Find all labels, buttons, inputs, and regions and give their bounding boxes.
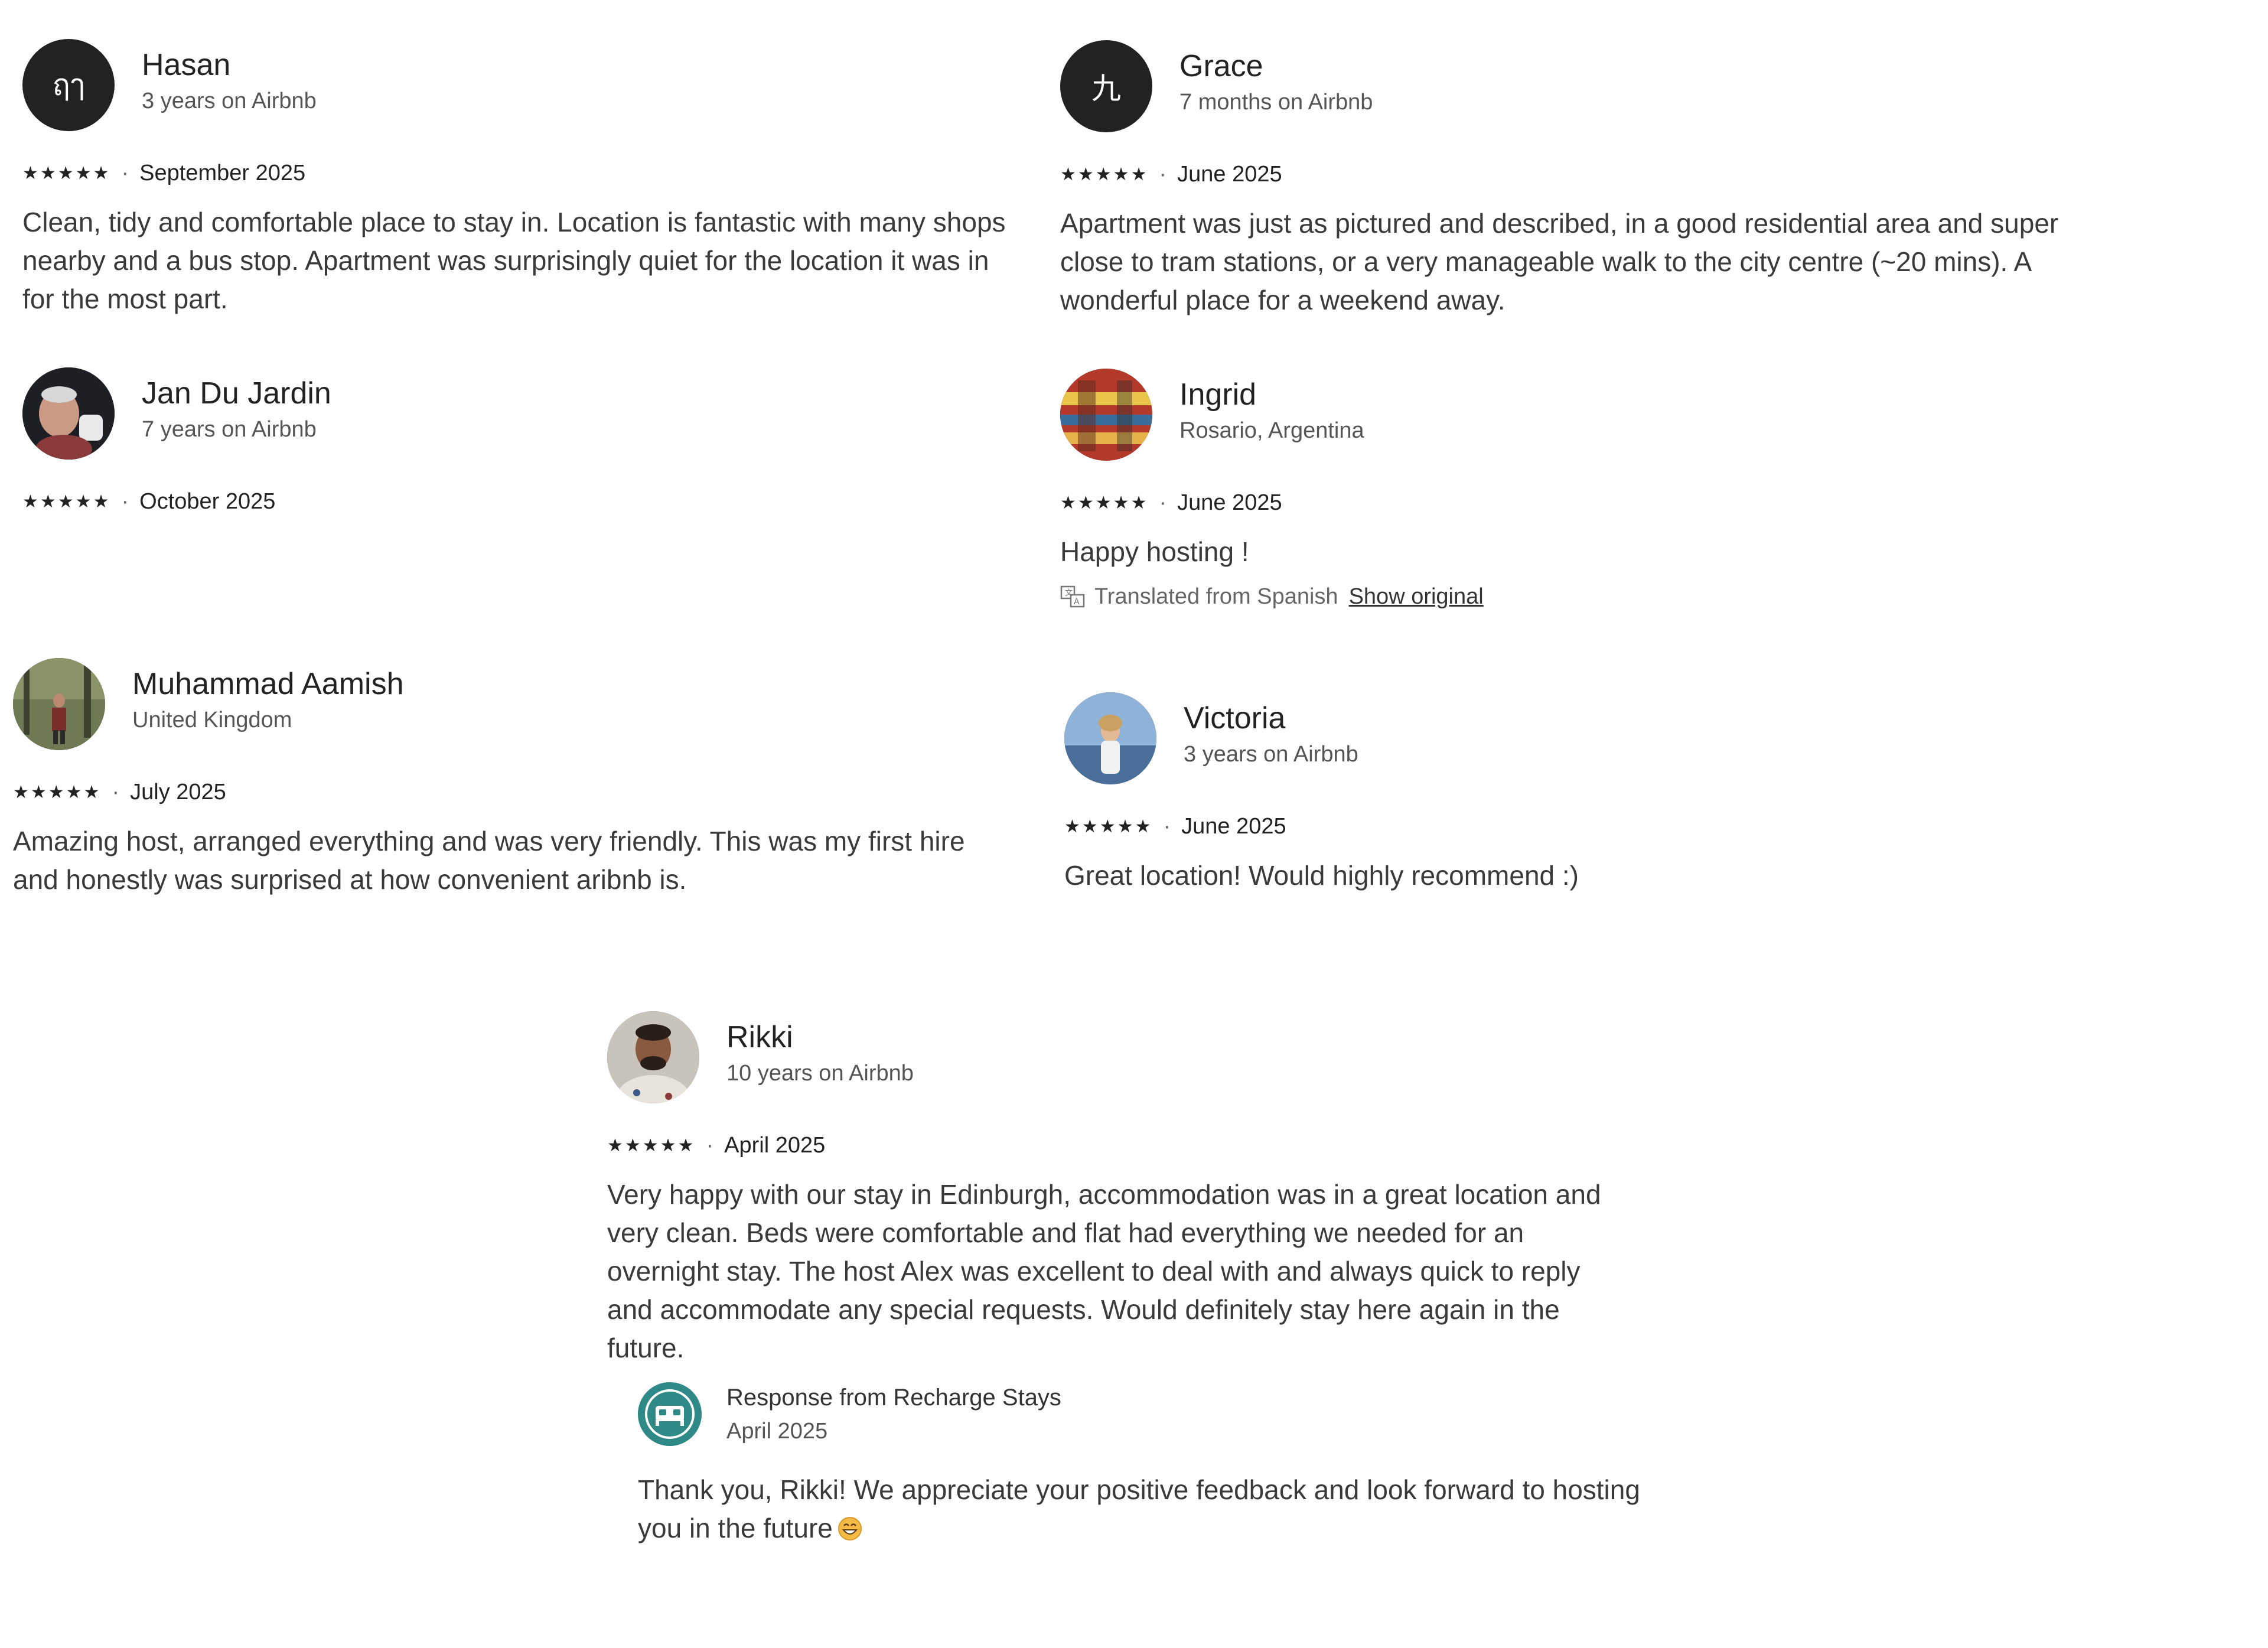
reviewer-meta: Rosario, Argentina	[1179, 418, 1364, 443]
review-date: October 2025	[139, 488, 276, 514]
host-avatar[interactable]	[638, 1382, 702, 1446]
response-title: Response from Recharge Stays	[726, 1385, 1061, 1411]
svg-text:A: A	[1074, 597, 1080, 607]
avatar[interactable]: ฤๅ	[22, 39, 115, 131]
reviewer-name: Ingrid	[1179, 377, 1257, 412]
avatar[interactable]	[1064, 692, 1156, 784]
avatar[interactable]	[13, 658, 105, 750]
star-rating-icon: ★★★★★	[1064, 816, 1153, 836]
rating-row: ★★★★★ · April 2025	[607, 1131, 1623, 1160]
separator-dot: ·	[1159, 490, 1167, 515]
review-rikki: Rikki 10 years on Airbnb ★★★★★ · April 2…	[607, 1011, 1623, 1367]
avatar-photo	[13, 658, 105, 750]
rating-row: ★★★★★ · June 2025	[1060, 488, 2064, 517]
review-text: Apartment was just as pictured and descr…	[1060, 208, 2059, 315]
reviewer-meta: 7 years on Airbnb	[142, 417, 317, 442]
separator-dot: ·	[706, 1132, 714, 1158]
avatar-initial: ฤๅ	[52, 68, 85, 102]
review-text: Great location! Would highly recommend :…	[1064, 860, 1579, 891]
bed-icon	[638, 1382, 702, 1446]
separator-dot: ·	[121, 160, 129, 185]
avatar-photo	[607, 1011, 699, 1103]
avatar-photo	[1060, 369, 1152, 461]
star-rating-icon: ★★★★★	[22, 491, 111, 512]
translation-note: 文 A Translated from Spanish Show origina…	[1060, 584, 2064, 610]
star-rating-icon: ★★★★★	[1060, 493, 1149, 513]
show-original-link[interactable]: Show original	[1349, 584, 1484, 610]
star-rating-icon: ★★★★★	[1060, 164, 1149, 184]
rating-row: ★★★★★ · October 2025	[22, 487, 1027, 516]
review-hasan: ฤๅ Hasan 3 years on Airbnb ★★★★★ · Septe…	[22, 39, 1027, 318]
review-date: June 2025	[1181, 813, 1286, 839]
avatar-photo	[1064, 692, 1156, 784]
rating-row: ★★★★★ · July 2025	[13, 777, 1017, 807]
reviewer-meta: 3 years on Airbnb	[1184, 742, 1358, 767]
reviewer-meta: 10 years on Airbnb	[726, 1061, 914, 1086]
reviewer-meta: 3 years on Airbnb	[142, 89, 317, 113]
reviewer-meta: 7 months on Airbnb	[1179, 90, 1373, 115]
rating-row: ★★★★★ · September 2025	[22, 158, 1027, 188]
review-ingrid: Ingrid Rosario, Argentina ★★★★★ · June 2…	[1060, 369, 2064, 610]
review-grace: 九 Grace 7 months on Airbnb ★★★★★ · June …	[1060, 40, 2064, 320]
review-victoria: Victoria 3 years on Airbnb ★★★★★ · June …	[1064, 692, 2068, 895]
response-text: Thank you, Rikki! We appreciate your pos…	[638, 1474, 1640, 1543]
review-date: June 2025	[1177, 490, 1282, 515]
reviewer-meta: United Kingdom	[132, 708, 292, 732]
separator-dot: ·	[1159, 161, 1167, 187]
review-date: September 2025	[139, 160, 306, 185]
review-date: June 2025	[1177, 161, 1282, 187]
review-muhammad-aamish: Muhammad Aamish United Kingdom ★★★★★ · J…	[13, 658, 1017, 899]
svg-text:文: 文	[1065, 589, 1073, 598]
star-rating-icon: ★★★★★	[13, 782, 102, 802]
reviewer-name: Rikki	[726, 1020, 793, 1054]
reviewer-name: Hasan	[142, 48, 231, 82]
review-text: Happy hosting !	[1060, 536, 1249, 567]
response-text-block: Thank you, Rikki! We appreciate your pos…	[638, 1471, 1642, 1548]
review-text: Very happy with our stay in Edinburgh, a…	[607, 1179, 1601, 1363]
reviewer-name: Jan Du Jardin	[142, 376, 331, 411]
review-text: Amazing host, arranged everything and wa…	[13, 826, 965, 895]
avatar[interactable]	[607, 1011, 699, 1103]
avatar[interactable]	[1060, 369, 1152, 461]
avatar-photo	[22, 367, 115, 460]
reviewer-name: Muhammad Aamish	[132, 667, 404, 701]
grinning-emoji-icon	[838, 1517, 862, 1540]
response-date: April 2025	[726, 1419, 828, 1444]
reviewer-name: Grace	[1179, 49, 1263, 83]
star-rating-icon: ★★★★★	[22, 163, 111, 183]
reviewer-name: Victoria	[1184, 701, 1286, 735]
translation-label: Translated from Spanish	[1094, 584, 1338, 609]
avatar[interactable]	[22, 367, 115, 460]
avatar[interactable]: 九	[1060, 40, 1152, 132]
review-jan-du-jardin: Jan Du Jardin 7 years on Airbnb ★★★★★ · …	[22, 367, 1027, 516]
review-date: July 2025	[130, 779, 226, 805]
separator-dot: ·	[112, 779, 120, 805]
translate-icon: 文 A	[1060, 585, 1085, 607]
review-text: Clean, tidy and comfortable place to sta…	[22, 207, 1006, 314]
star-rating-icon: ★★★★★	[607, 1135, 696, 1155]
separator-dot: ·	[121, 488, 129, 514]
avatar-initial: 九	[1091, 72, 1121, 105]
review-date: April 2025	[724, 1132, 826, 1158]
separator-dot: ·	[1163, 813, 1171, 839]
rating-row: ★★★★★ · June 2025	[1060, 159, 2064, 189]
rating-row: ★★★★★ · June 2025	[1064, 812, 2068, 841]
